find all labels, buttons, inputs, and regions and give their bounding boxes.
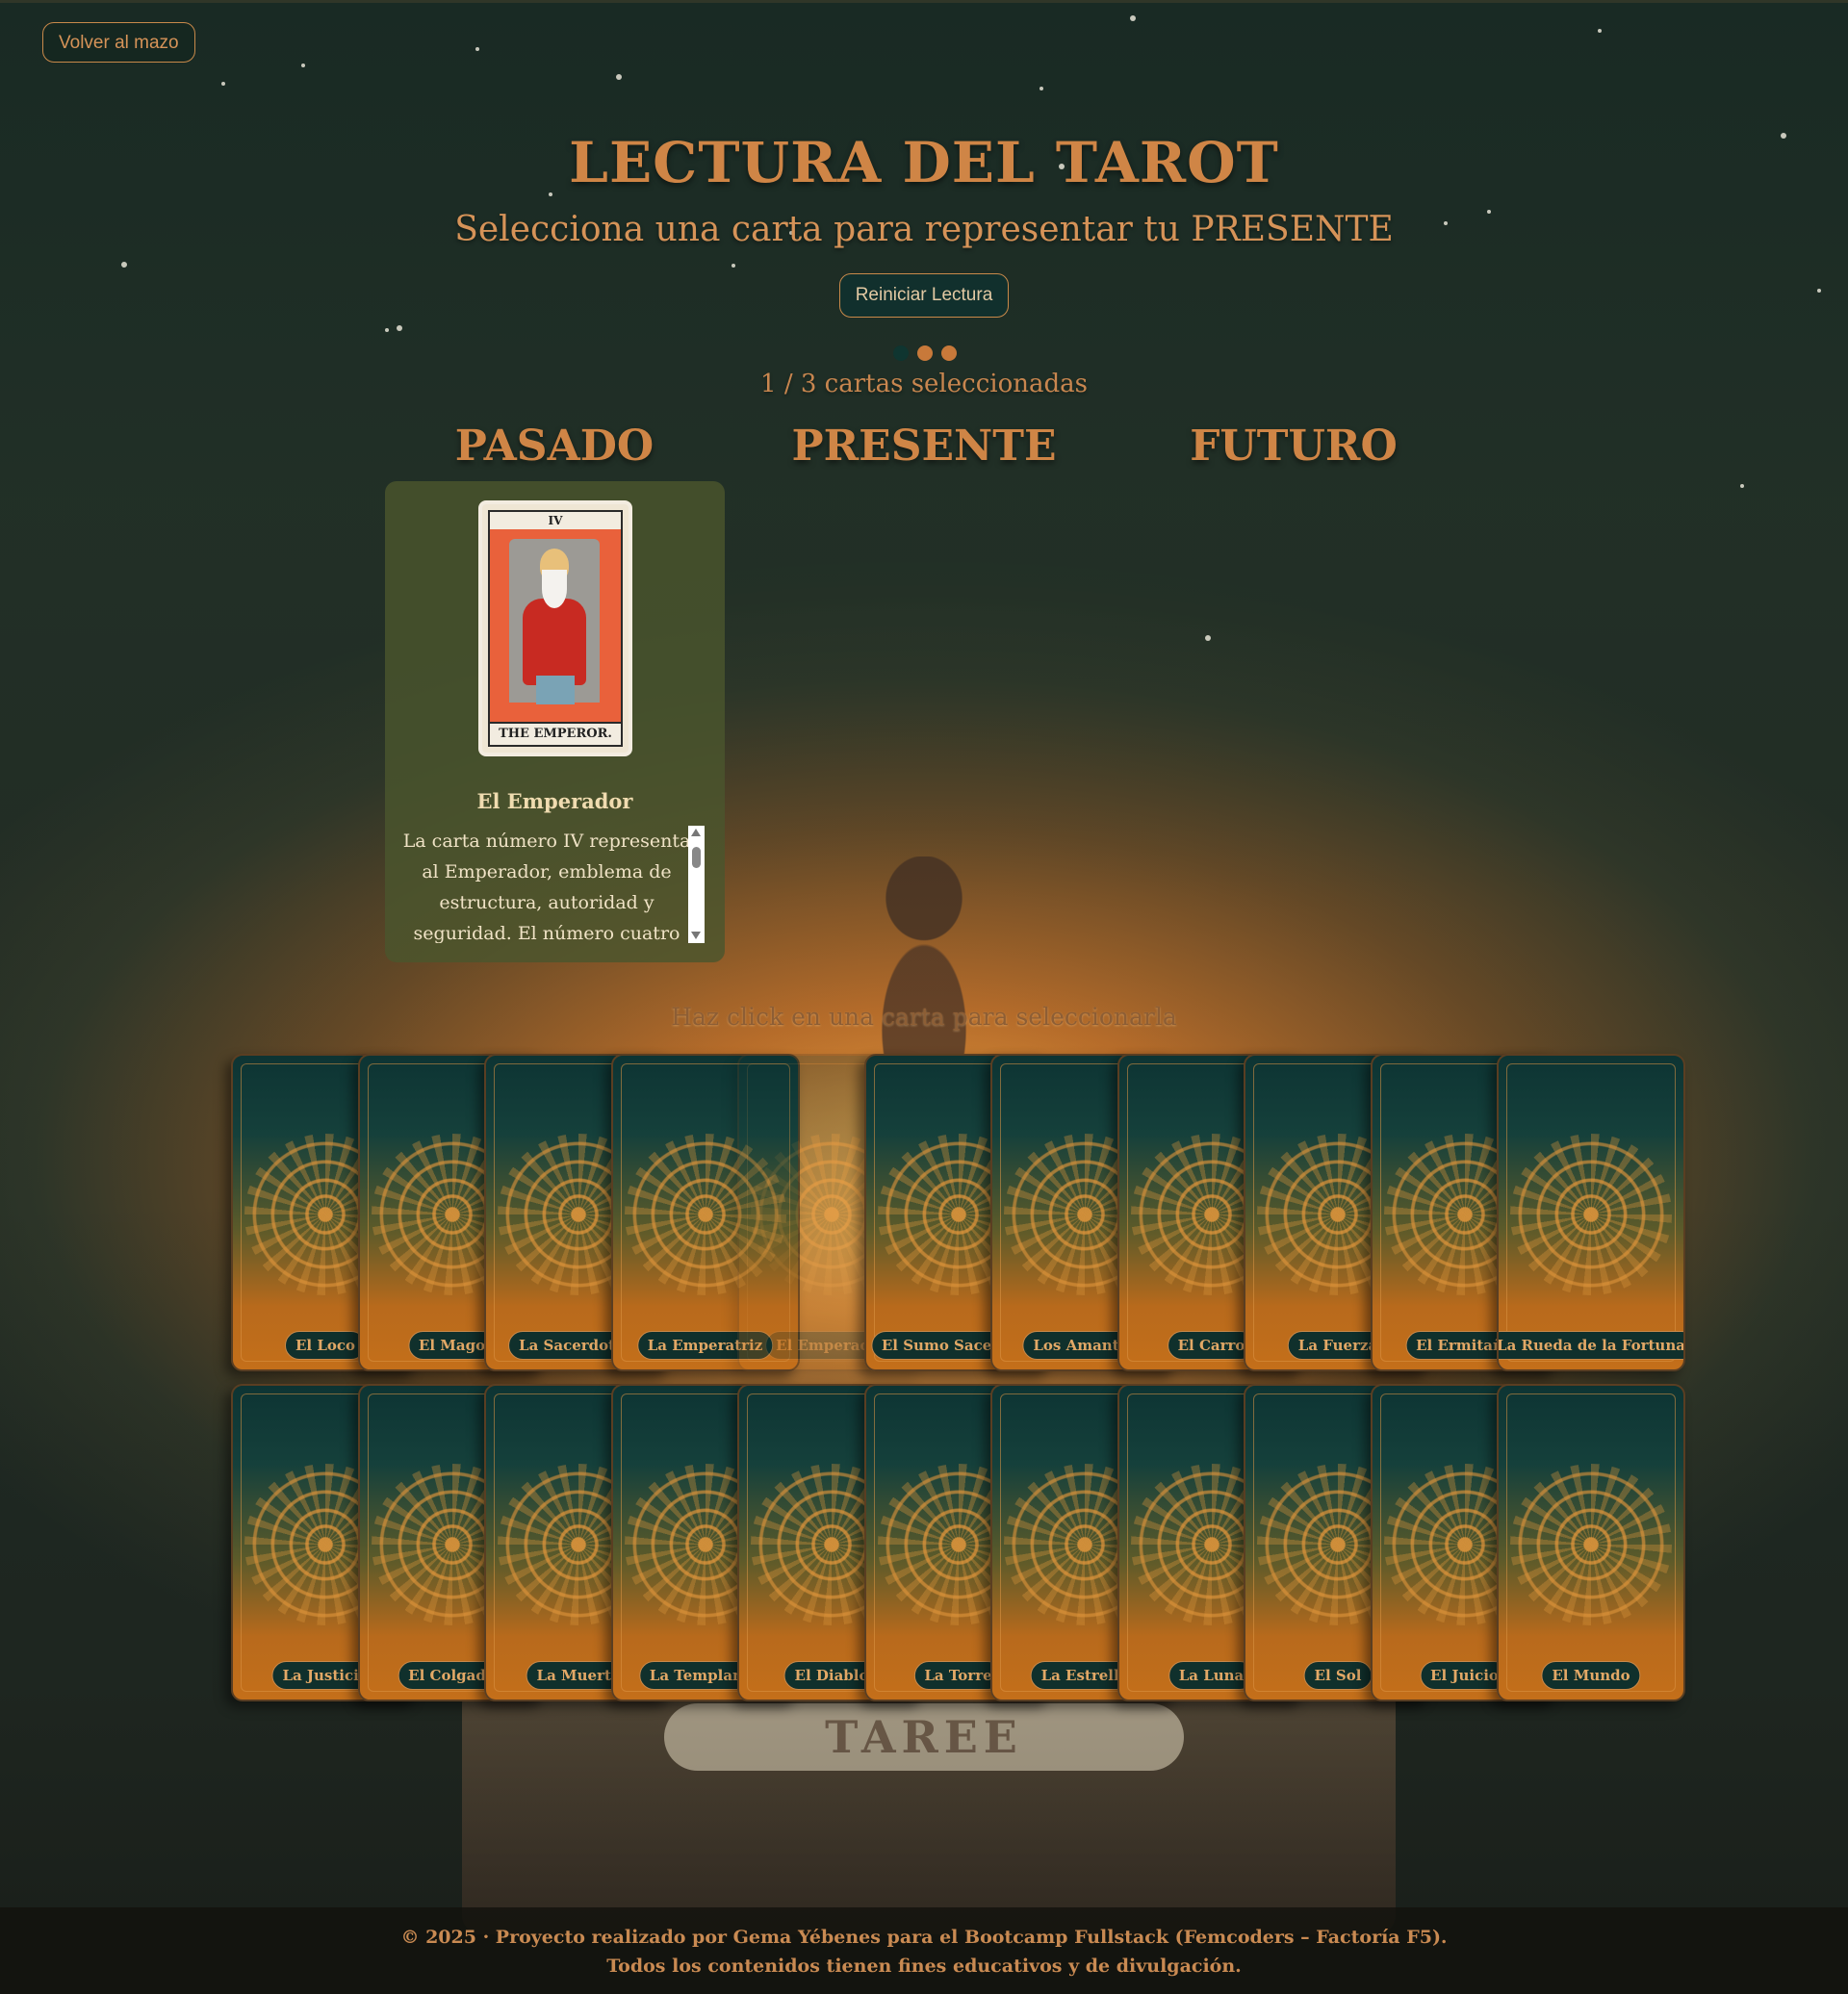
description-scrollbar[interactable] [688, 826, 705, 943]
robe-shape [523, 599, 586, 685]
star [1040, 87, 1043, 90]
slot-label-future: FUTURO [1190, 422, 1398, 471]
deck-hint: Haz click en una carta para seleccionarl… [671, 1003, 1177, 1031]
back-to-deck-button[interactable]: Volver al mazo [42, 22, 195, 63]
progress-dot-2 [917, 345, 933, 361]
page-subtitle: Selecciona una carta para representar tu… [454, 210, 1394, 249]
star [616, 74, 622, 80]
deck-card-label: El Mundo [1541, 1661, 1641, 1690]
star [475, 47, 479, 51]
star [732, 264, 735, 268]
footer: © 2025 · Proyecto realizado por Gema Yéb… [0, 1907, 1848, 1994]
footer-disclaimer: Todos los contenidos tienen fines educat… [606, 1956, 1242, 1977]
beard-shape [542, 570, 567, 608]
mandala-icon [1510, 1134, 1672, 1295]
deck-card[interactable]: La Rueda de la Fortuna [1497, 1054, 1685, 1371]
woman-silhouette-image [861, 856, 987, 1087]
scroll-thumb[interactable] [692, 847, 701, 868]
past-card-panel: IV THE EMPEROR. El Emperador La carta nú… [385, 481, 725, 962]
star [1740, 484, 1744, 488]
star [301, 64, 305, 67]
deck-card-label: El Mago [407, 1331, 497, 1360]
selected-card-description: La carta número IV representa al Emperad… [402, 831, 691, 943]
slot-label-past: PASADO [454, 422, 654, 471]
scroll-down-arrow-icon[interactable] [691, 932, 701, 939]
emperor-card-image: IV THE EMPEROR. [478, 500, 632, 756]
selected-card-name: El Emperador [476, 789, 633, 813]
card-numeral: IV [490, 512, 621, 529]
card-caption: THE EMPEROR. [490, 722, 621, 745]
legs-shape [536, 676, 575, 704]
deck-card-label: La Rueda de la Fortuna [1499, 1331, 1683, 1360]
star [1817, 289, 1821, 293]
page-title: LECTURA DEL TAROT [569, 130, 1279, 195]
deck-card[interactable]: El Mundo [1497, 1384, 1685, 1701]
star [1205, 635, 1211, 641]
slot-label-present: PRESENTE [791, 422, 1057, 471]
card-illustration: IV THE EMPEROR. [488, 510, 623, 747]
tarot-box-label: TAREE [664, 1703, 1184, 1771]
star [121, 262, 127, 268]
mandala-icon [1510, 1464, 1672, 1625]
star [385, 328, 389, 332]
deck-card-label: El Sol [1303, 1661, 1373, 1690]
scroll-up-arrow-icon[interactable] [691, 829, 701, 836]
deck-card-label: La Torre [913, 1661, 1003, 1690]
progress-dot-3 [941, 345, 957, 361]
star [1598, 29, 1602, 33]
selection-counter: 1 / 3 cartas seleccionadas [760, 370, 1088, 398]
star [1130, 15, 1136, 21]
footer-copyright: © 2025 · Proyecto realizado por Gema Yéb… [400, 1927, 1448, 1948]
reset-reading-button[interactable]: Reiniciar Lectura [839, 273, 1009, 318]
deck-card-label: La Luna [1168, 1661, 1255, 1690]
star [221, 82, 225, 86]
progress-dot-1 [893, 345, 909, 361]
deck-card-label: El Carro [1167, 1331, 1256, 1360]
star [397, 325, 402, 331]
deck-card-label: El Loco [284, 1331, 367, 1360]
progress-dots [893, 345, 957, 361]
